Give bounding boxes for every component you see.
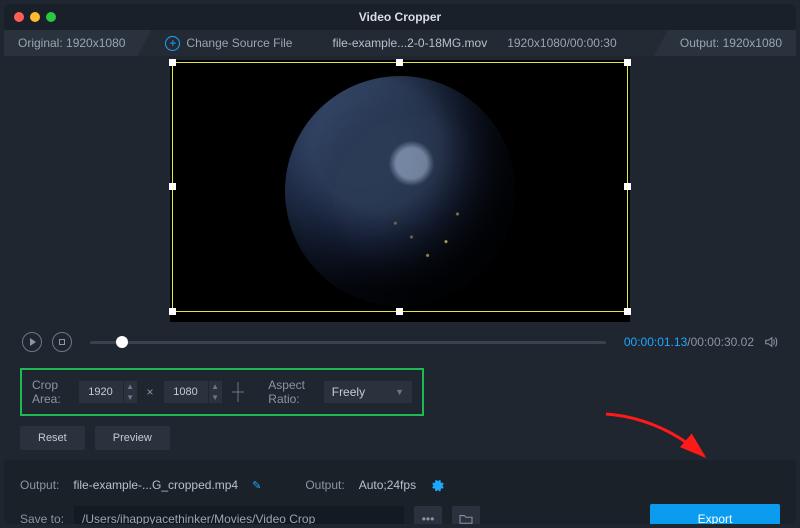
crop-width-spinner[interactable]: ▲▼ [123, 381, 137, 403]
stop-button[interactable] [52, 332, 72, 352]
aspect-ratio-label: Aspect Ratio: [268, 378, 313, 406]
crop-handle-mr[interactable] [624, 183, 631, 190]
crop-settings-panel: Crop Area: ▲▼ × ▲▼ Aspect Ratio: Freely … [20, 368, 424, 416]
folder-icon [459, 513, 473, 524]
window-title: Video Cropper [4, 10, 796, 24]
crop-height-field[interactable]: ▲▼ [164, 381, 222, 403]
change-source-label: Change Source File [186, 36, 292, 50]
crop-handle-tm[interactable] [396, 59, 403, 66]
original-value: 1920x1080 [66, 36, 125, 50]
times-label: × [147, 385, 154, 399]
seek-thumb[interactable] [116, 336, 128, 348]
traffic-lights [4, 12, 56, 22]
action-buttons: Reset Preview [4, 416, 796, 450]
play-icon [30, 338, 36, 346]
crop-handle-bm[interactable] [396, 308, 403, 315]
aspect-ratio-select[interactable]: Freely ▼ [324, 381, 412, 403]
crop-height-spinner[interactable]: ▲▼ [208, 381, 222, 403]
source-filename: file-example...2-0-18MG.mov [332, 36, 487, 50]
output-format-label: Output: [305, 478, 344, 492]
edit-filename-button[interactable]: ✎ [252, 479, 261, 492]
crop-rectangle[interactable] [172, 62, 628, 312]
output-filename: file-example-...G_cropped.mp4 [73, 478, 238, 492]
crop-area-label: Crop Area: [32, 378, 69, 406]
output-settings-row: Output: file-example-...G_cropped.mp4 ✎ … [4, 460, 796, 496]
fullscreen-window-button[interactable] [46, 12, 56, 22]
close-window-button[interactable] [14, 12, 24, 22]
volume-icon[interactable] [764, 335, 778, 349]
original-label: Original: [18, 36, 63, 50]
crop-handle-tl[interactable] [169, 59, 176, 66]
browse-path-button[interactable]: ••• [414, 506, 442, 524]
change-source-button[interactable]: + Change Source File [165, 36, 292, 51]
crop-handle-ml[interactable] [169, 183, 176, 190]
playback-controls: 00:00:01.13/00:00:30.02 [4, 322, 796, 352]
source-res-duration: 1920x1080/00:00:30 [507, 36, 616, 50]
output-file-label: Output: [20, 478, 59, 492]
seek-slider[interactable] [90, 341, 606, 344]
chevron-down-icon: ▼ [395, 387, 404, 397]
save-to-label: Save to: [20, 512, 64, 524]
output-value: 1920x1080 [723, 36, 782, 50]
export-button[interactable]: Export [650, 504, 780, 524]
save-path-field[interactable]: /Users/ihappyacethinker/Movies/Video Cro… [74, 506, 404, 524]
crop-handle-br[interactable] [624, 308, 631, 315]
stop-icon [59, 339, 65, 345]
original-resolution: Original: 1920x1080 [4, 30, 151, 56]
crop-handle-bl[interactable] [169, 308, 176, 315]
center-crop-button[interactable] [232, 382, 245, 402]
output-label: Output: [680, 36, 719, 50]
aspect-ratio-value: Freely [332, 385, 365, 399]
save-row: Save to: /Users/ihappyacethinker/Movies/… [4, 496, 796, 524]
crop-handle-tr[interactable] [624, 59, 631, 66]
chevron-up-icon[interactable]: ▲ [123, 381, 137, 392]
titlebar: Video Cropper [4, 4, 796, 30]
info-bar: Original: 1920x1080 + Change Source File… [4, 30, 796, 56]
chevron-up-icon[interactable]: ▲ [208, 381, 222, 392]
preview-button[interactable]: Preview [95, 426, 170, 450]
time-display: 00:00:01.13/00:00:30.02 [624, 335, 754, 349]
gear-icon[interactable] [430, 478, 444, 492]
chevron-down-icon[interactable]: ▼ [123, 392, 137, 403]
crop-width-field[interactable]: ▲▼ [79, 381, 137, 403]
video-preview[interactable] [170, 60, 630, 322]
total-time: 00:00:30.02 [691, 335, 754, 349]
output-format-value: Auto;24fps [359, 478, 416, 492]
plus-icon: + [165, 36, 180, 51]
crop-height-input[interactable] [164, 386, 208, 398]
crop-width-input[interactable] [79, 386, 123, 398]
current-time: 00:00:01.13 [624, 335, 687, 349]
app-window: Video Cropper Original: 1920x1080 + Chan… [4, 4, 796, 524]
play-button[interactable] [22, 332, 42, 352]
minimize-window-button[interactable] [30, 12, 40, 22]
output-resolution: Output: 1920x1080 [654, 30, 796, 56]
chevron-down-icon[interactable]: ▼ [208, 392, 222, 403]
open-folder-button[interactable] [452, 506, 480, 524]
reset-button[interactable]: Reset [20, 426, 85, 450]
